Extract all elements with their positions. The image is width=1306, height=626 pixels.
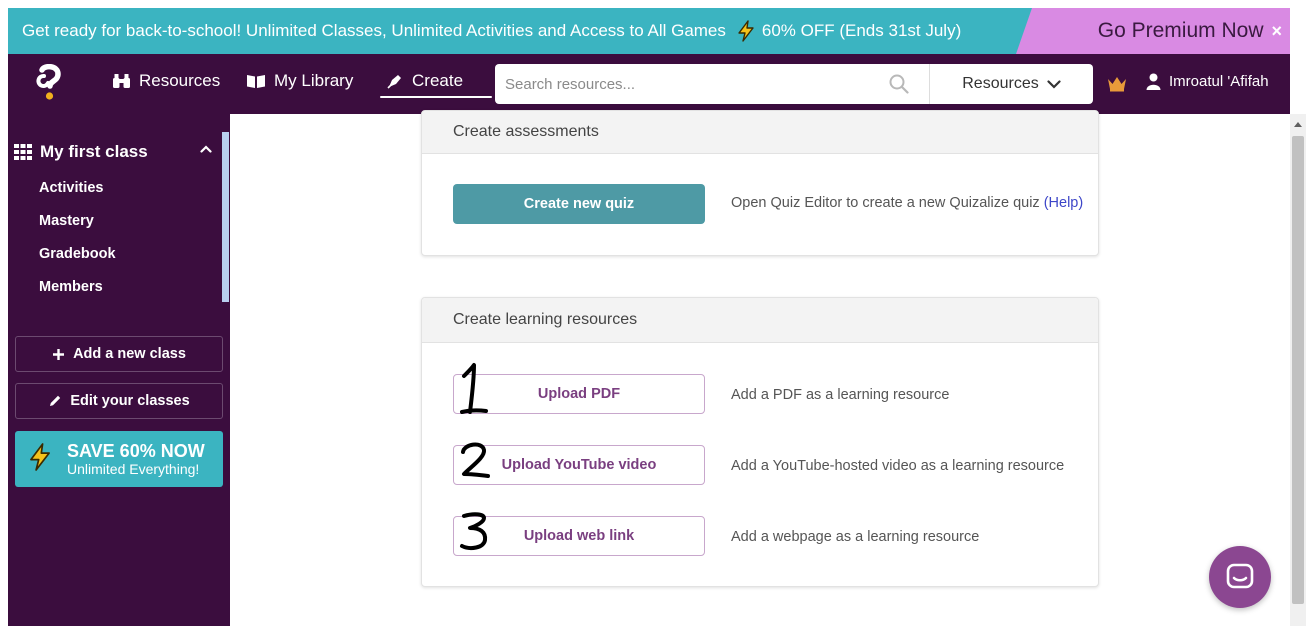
go-premium-label: Go Premium Now: [1097, 19, 1264, 42]
quizalize-logo[interactable]: [36, 63, 62, 107]
handwritten-number-1: [460, 363, 488, 414]
save-60-button[interactable]: SAVE 60% NOW Unlimited Everything!: [15, 431, 223, 487]
chat-launcher-button[interactable]: [1209, 546, 1271, 608]
quiz-description-text: Open Quiz Editor to create a new Quizali…: [731, 195, 1040, 211]
search-icon[interactable]: [889, 74, 909, 99]
user-name: Imroatul 'Afifah: [1169, 73, 1269, 90]
search-scope-label: Resources: [962, 75, 1039, 92]
search-bar: Resources: [495, 64, 1093, 104]
app-window: Get ready for back-to-school! Unlimited …: [0, 0, 1306, 626]
lightning-icon: [736, 20, 756, 42]
grid-icon: [14, 144, 32, 160]
upload-youtube-description: Add a YouTube-hosted video as a learning…: [731, 458, 1065, 474]
search-input[interactable]: [495, 65, 875, 103]
help-link[interactable]: (Help): [1044, 195, 1083, 211]
promo-offer: 60% OFF (Ends 31st July): [761, 21, 962, 40]
sidebar: My first class Activities Mastery Gradeb…: [8, 114, 230, 626]
sidebar-item-gradebook[interactable]: Gradebook: [39, 246, 116, 262]
upload-pdf-description: Add a PDF as a learning resource: [731, 387, 950, 403]
handwritten-number-2: [461, 442, 490, 478]
scroll-up-arrow-icon[interactable]: [1293, 120, 1303, 128]
nav-create[interactable]: Create: [386, 71, 463, 91]
edit-classes-button[interactable]: Edit your classes: [15, 383, 223, 419]
handwritten-number-3: [460, 512, 488, 550]
crown-icon[interactable]: [1106, 74, 1128, 97]
add-class-label: Add a new class: [73, 346, 186, 362]
edit-classes-label: Edit your classes: [70, 393, 190, 409]
close-icon[interactable]: ×: [1271, 21, 1282, 42]
user-icon: [1146, 73, 1161, 90]
nav-resources[interactable]: Resources: [112, 71, 220, 91]
nav-create-label: Create: [412, 71, 464, 90]
create-quiz-button[interactable]: Create new quiz: [453, 184, 705, 224]
create-assessments-title: Create assessments: [422, 111, 1098, 154]
save-subtitle: Unlimited Everything!: [67, 461, 200, 477]
upload-web-link-description: Add a webpage as a learning resource: [731, 529, 980, 545]
sidebar-item-mastery[interactable]: Mastery: [39, 213, 94, 229]
promo-banner: Get ready for back-to-school! Unlimited …: [8, 8, 1290, 54]
chevron-up-icon[interactable]: [200, 145, 212, 153]
quiz-description: Open Quiz Editor to create a new Quizali…: [731, 195, 1083, 211]
class-header[interactable]: My first class: [14, 142, 220, 162]
nav-my-library-label: My Library: [274, 71, 354, 90]
save-title: SAVE 60% NOW: [67, 441, 205, 461]
create-assessments-card: Create assessments Create new quiz Open …: [421, 110, 1099, 256]
promo-text: Get ready for back-to-school! Unlimited …: [22, 21, 726, 40]
chat-icon: [1226, 563, 1254, 589]
create-learning-resources-card: Create learning resources Upload PDF Add…: [421, 297, 1099, 587]
pencil-icon: [50, 395, 61, 406]
page-scrollbar[interactable]: [1290, 114, 1306, 626]
add-class-button[interactable]: Add a new class: [15, 336, 223, 372]
lightning-icon: [27, 442, 53, 477]
scrollbar-thumb[interactable]: [1292, 136, 1304, 604]
sidebar-item-members[interactable]: Members: [39, 279, 103, 295]
chevron-down-icon: [1047, 79, 1061, 89]
nav-resources-label: Resources: [139, 71, 221, 90]
nav-my-library[interactable]: My Library: [246, 71, 353, 91]
plus-icon: [53, 348, 65, 360]
top-nav: Resources My Library Create Resources: [8, 54, 1290, 114]
open-book-icon: [247, 75, 265, 88]
create-active-indicator: [380, 96, 492, 98]
sidebar-scrollbar[interactable]: [222, 132, 229, 302]
sidebar-item-activities[interactable]: Activities: [39, 180, 103, 196]
search-scope-select[interactable]: Resources: [929, 64, 1093, 104]
go-premium-button[interactable]: Go Premium Now ×: [1016, 8, 1290, 54]
user-menu[interactable]: Imroatul 'Afifah: [1146, 73, 1269, 90]
binoculars-icon: [113, 74, 130, 88]
pen-icon: [387, 75, 401, 89]
main-content: Create assessments Create new quiz Open …: [230, 110, 1290, 626]
create-learning-resources-title: Create learning resources: [422, 298, 1098, 343]
class-name: My first class: [40, 142, 148, 161]
